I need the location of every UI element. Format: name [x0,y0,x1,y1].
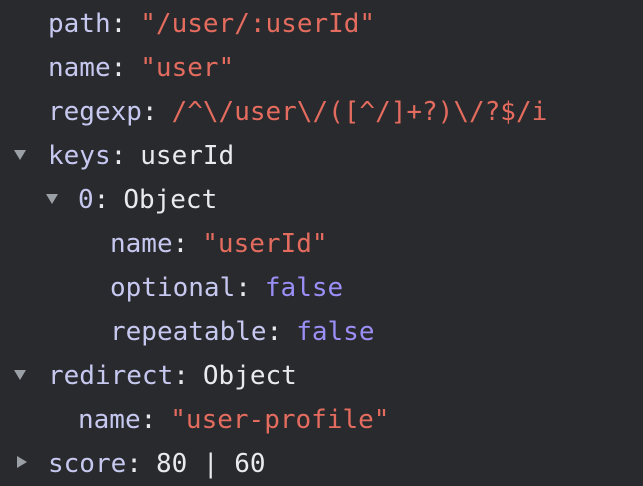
property-key: name [78,405,141,435]
property-value-object: Object [202,361,297,391]
colon: : [235,273,251,303]
property-key: 0 [78,185,94,215]
colon: : [140,405,157,435]
property-row-name: name: "userId" [110,222,328,266]
property-value-string: "userId" [202,229,328,259]
colon: : [126,449,142,479]
property-value-boolean: false [296,317,375,347]
triangle-down-icon[interactable] [14,370,26,380]
property-row-name: name: "user" [48,46,234,90]
property-row-redirect[interactable]: redirect: Object [48,354,297,398]
property-key: repeatable [110,317,267,347]
property-value-boolean: false [264,273,344,303]
colon: : [110,9,127,39]
colon: : [93,185,110,215]
colon: : [172,229,189,259]
triangle-right-icon[interactable] [17,456,27,468]
property-row-path: path: "/user/:userId" [48,2,375,46]
triangle-down-icon[interactable] [14,150,26,160]
property-key: regexp [48,97,142,127]
property-value-string: "user-profile" [170,405,390,435]
property-value-object: Object [123,185,218,215]
property-key: keys [48,141,111,171]
colon: : [110,53,127,83]
property-row-repeatable: repeatable: false [110,310,374,354]
colon: : [141,97,158,127]
object-inspector-tree: path: "/user/:userId" name: "user" regexp:… [0,0,643,486]
property-row-index-0[interactable]: 0: Object [78,178,217,222]
triangle-down-icon[interactable] [46,194,58,204]
property-value-regexp: /^\/user\/([^/]+?)\/?$/i [171,97,548,127]
property-value-preview: userId [140,141,235,171]
property-key: name [110,229,173,259]
property-value-string: "user" [140,53,235,83]
property-row-name: name: "user-profile" [78,398,389,442]
property-row-keys[interactable]: keys: userId [48,134,234,178]
property-key: name [48,53,111,83]
property-row-regexp: regexp: /^\/user\/([^/]+?)\/?$/i [48,90,547,134]
property-key: path [48,9,111,39]
colon: : [110,141,127,171]
colon: : [266,317,283,347]
colon: : [173,361,189,391]
property-row-optional: optional: false [110,266,343,310]
property-key: redirect [48,361,174,391]
property-row-score[interactable]: score:80 | 60 [48,442,266,486]
property-key: optional [110,273,236,303]
property-key: score [48,449,127,479]
property-value-string: "/user/:userId" [140,9,376,39]
property-value-preview: 80 | 60 [155,449,266,479]
